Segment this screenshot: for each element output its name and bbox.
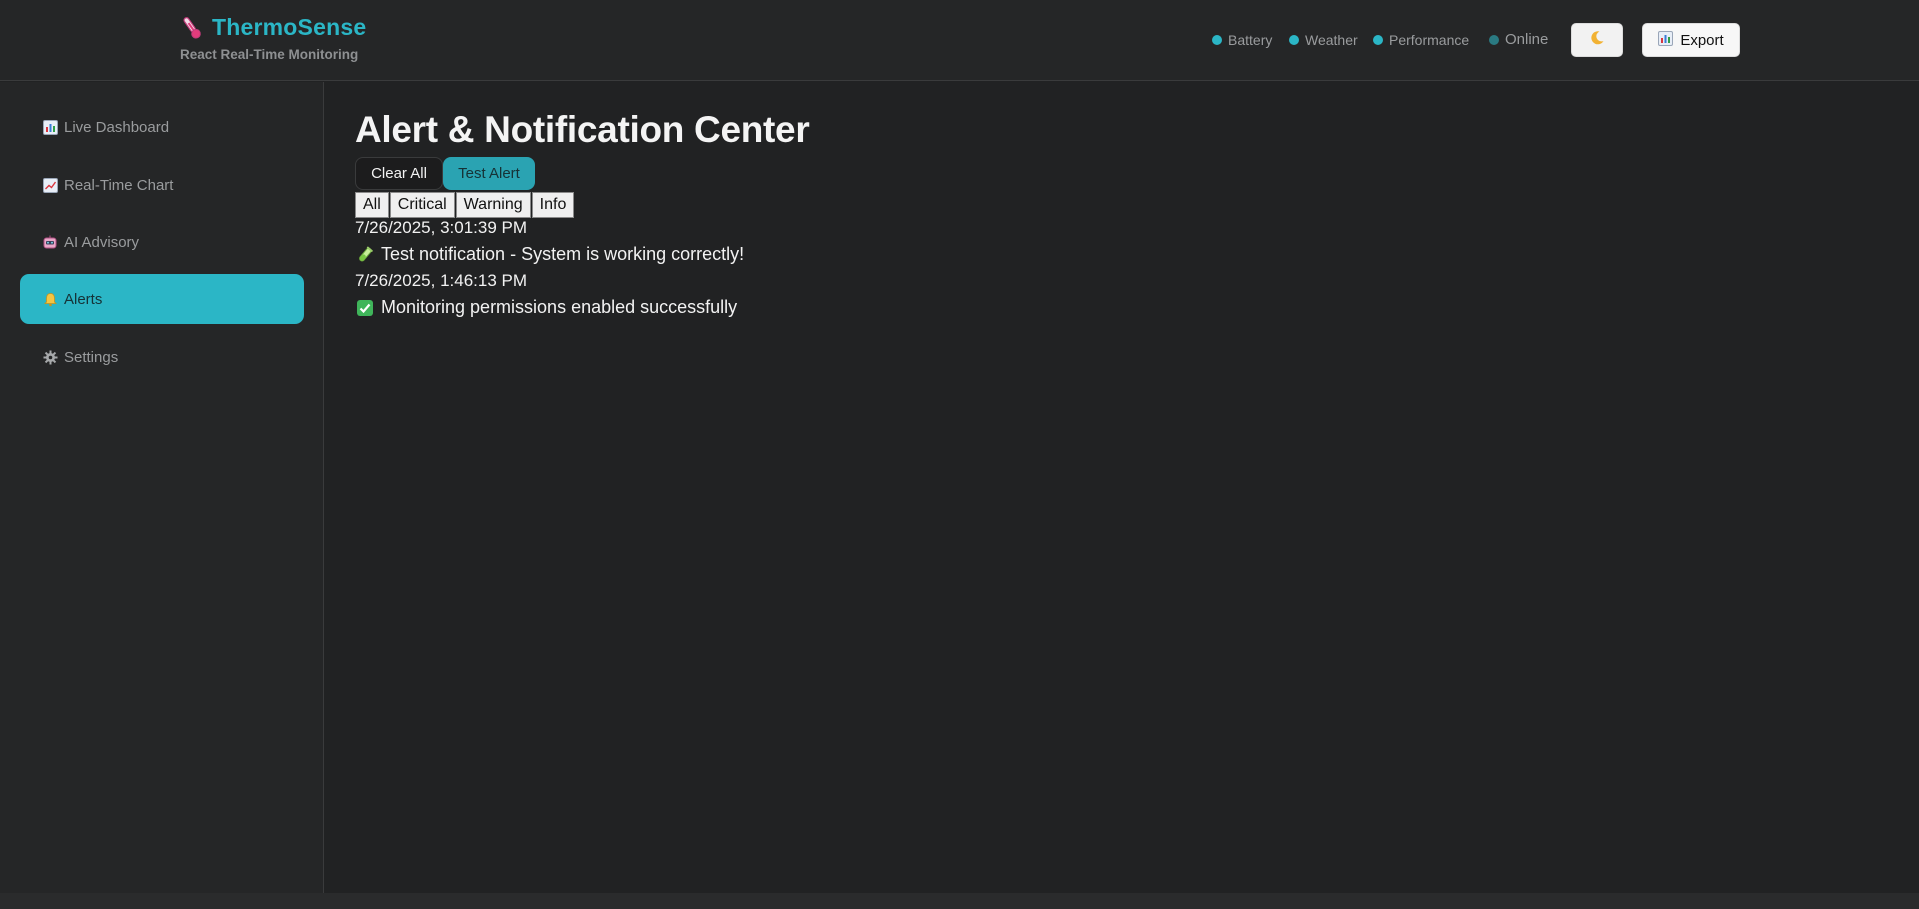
alert-message: Test notification - System is working co…: [355, 244, 744, 265]
status-weather-label: Weather: [1305, 32, 1358, 48]
thermometer-icon: [180, 15, 204, 41]
theme-toggle-button[interactable]: [1571, 23, 1623, 57]
status-performance: Performance: [1373, 32, 1469, 48]
clear-all-button[interactable]: Clear All: [355, 157, 443, 190]
status-performance-label: Performance: [1389, 32, 1470, 48]
status-dot-icon: [1212, 35, 1222, 45]
alert-message-text: Monitoring permissions enabled successfu…: [381, 297, 738, 317]
export-label: Export: [1680, 31, 1724, 49]
alert-message: Monitoring permissions enabled successfu…: [355, 297, 737, 318]
sidebar-item-label: Alerts: [64, 290, 103, 308]
line-chart-icon: [42, 177, 58, 193]
filter-critical-button[interactable]: Critical: [389, 192, 455, 218]
bell-icon: [42, 291, 58, 307]
status-battery-label: Battery: [1228, 32, 1273, 48]
top-header: ThermoSense React Real-Time Monitoring B…: [0, 0, 1919, 81]
alert-timestamp: 7/26/2025, 3:01:39 PM: [355, 218, 528, 237]
sidebar-item-alerts[interactable]: Alerts: [20, 274, 304, 324]
sidebar-item-label: AI Advisory: [64, 233, 140, 251]
page-title: Alert & Notification Center: [355, 109, 810, 150]
status-battery: Battery: [1212, 32, 1272, 48]
filter-info-button[interactable]: Info: [531, 192, 575, 218]
test-alert-button[interactable]: Test Alert: [443, 157, 535, 190]
sidebar-item-settings[interactable]: Settings: [20, 332, 304, 382]
filter-warning-button[interactable]: Warning: [455, 192, 531, 218]
status-weather: Weather: [1289, 32, 1358, 48]
filter-all-button[interactable]: All: [355, 192, 389, 218]
status-dot-icon: [1489, 34, 1499, 45]
status-dot-icon: [1373, 35, 1383, 45]
app-subtitle: React Real-Time Monitoring: [180, 47, 359, 62]
app-title: ThermoSense: [212, 14, 367, 40]
horizontal-scrollbar[interactable]: [0, 893, 1919, 909]
sidebar-item-label: Real-Time Chart: [64, 176, 174, 194]
status-online-label: Online: [1505, 31, 1549, 48]
status-online: Online: [1489, 31, 1548, 48]
bar-chart-icon: [42, 119, 58, 135]
alert-message-text: Test notification - System is working co…: [381, 244, 745, 264]
sidebar-item-ai-advisory[interactable]: AI Advisory: [20, 217, 304, 267]
bar-chart-icon: [1658, 30, 1674, 50]
moon-icon: [1589, 30, 1605, 51]
app-root: ThermoSense React Real-Time Monitoring B…: [0, 0, 1919, 909]
alert-filter-group: All Critical Warning Info: [355, 192, 575, 218]
sidebar-item-label: Settings: [64, 348, 119, 366]
export-button[interactable]: Export: [1642, 23, 1740, 57]
test-tube-icon: [355, 245, 375, 265]
status-dot-icon: [1289, 35, 1299, 45]
gear-icon: [42, 349, 58, 365]
sidebar-item-live-dashboard[interactable]: Live Dashboard: [20, 102, 304, 152]
robot-icon: [42, 234, 58, 250]
alert-timestamp: 7/26/2025, 1:46:13 PM: [355, 271, 528, 290]
brand[interactable]: ThermoSense React Real-Time Monitoring: [180, 14, 366, 62]
check-box-icon: [355, 298, 375, 318]
sidebar-item-real-time-chart[interactable]: Real-Time Chart: [20, 160, 304, 210]
sidebar-item-label: Live Dashboard: [64, 118, 170, 136]
sidebar: Live Dashboard Real-Time Chart AI Adviso…: [0, 82, 324, 893]
